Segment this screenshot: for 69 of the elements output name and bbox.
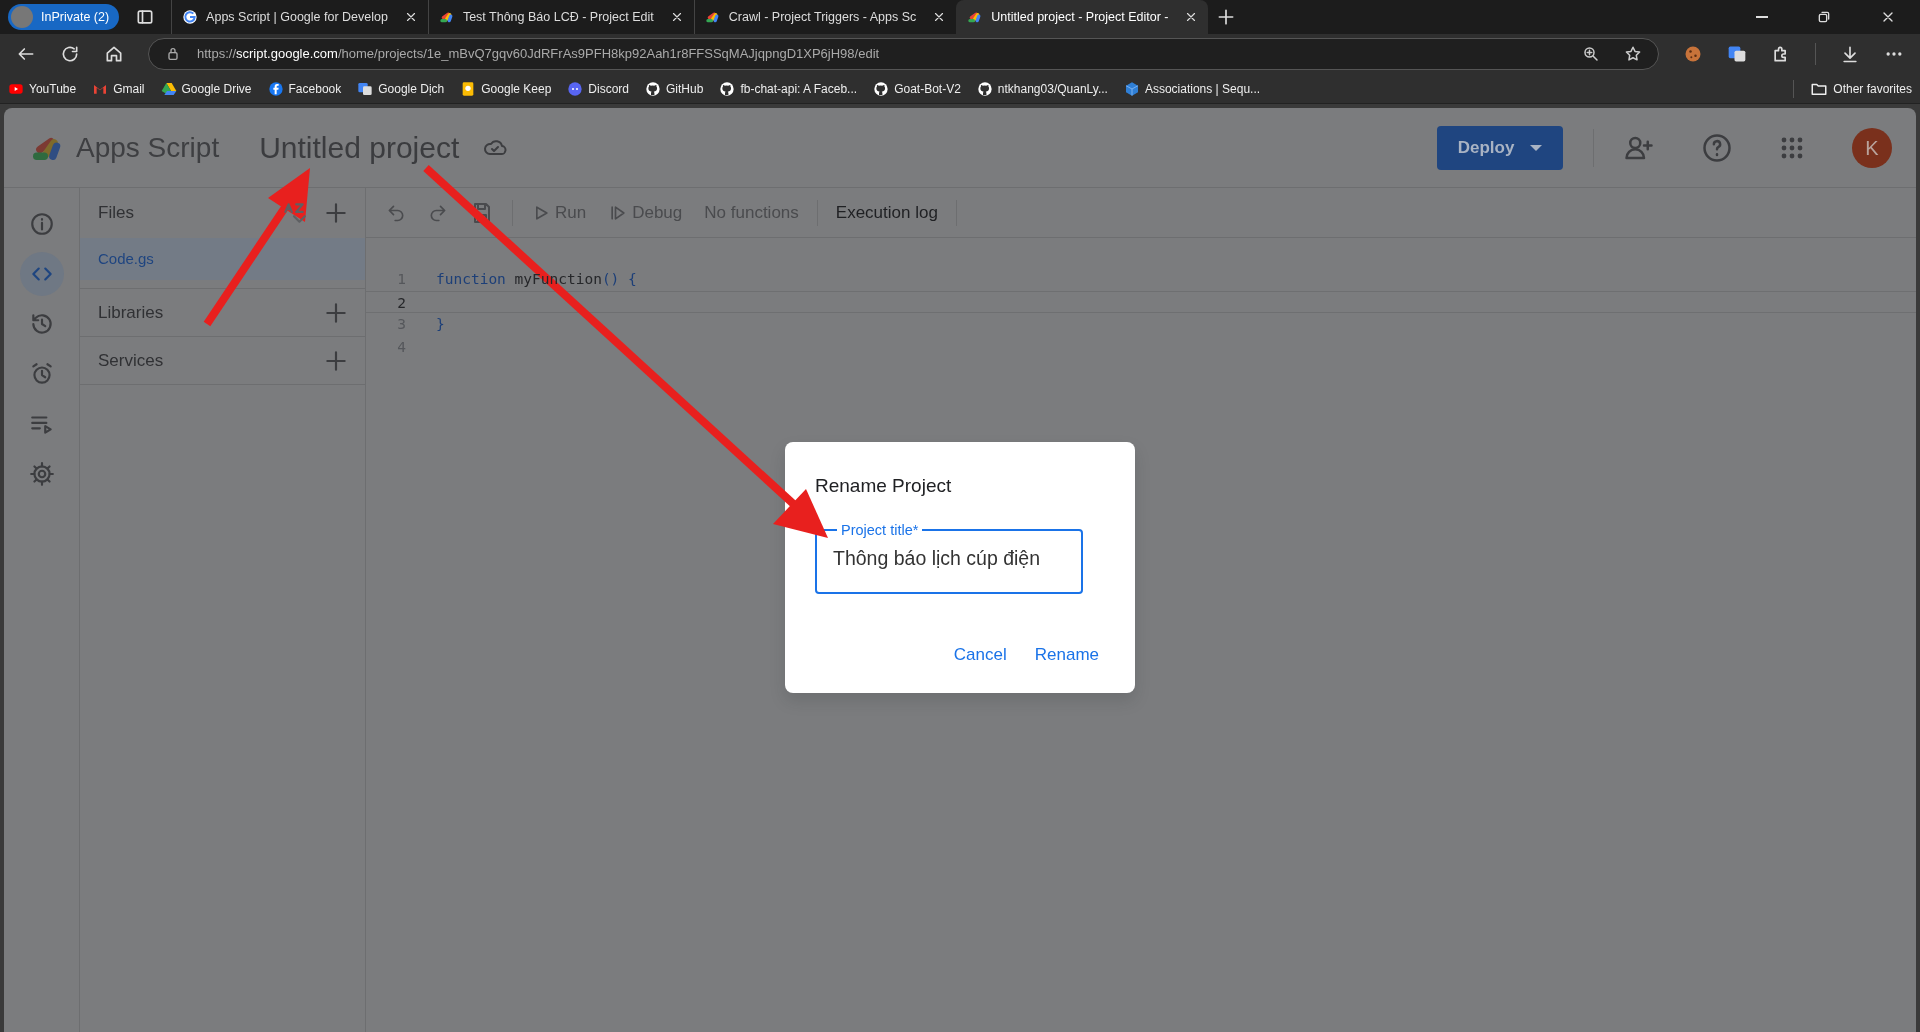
bookmark[interactable]: Discord: [567, 79, 630, 98]
translate-icon: [357, 80, 374, 97]
reload-button[interactable]: [60, 44, 80, 64]
github-icon: [645, 80, 662, 97]
undo-icon: [386, 202, 406, 223]
home-button[interactable]: [104, 44, 124, 64]
cancel-button[interactable]: Cancel: [947, 635, 1013, 673]
cube-icon: [1123, 80, 1140, 97]
github-icon: [976, 80, 993, 97]
bookmark[interactable]: fb-chat-api: A Faceb...: [719, 79, 858, 98]
bookmark[interactable]: Gmail: [92, 79, 145, 98]
bookmark[interactable]: YouTube: [8, 79, 77, 98]
github-icon: [873, 80, 890, 97]
restore-icon: [1816, 9, 1832, 25]
project-title-field[interactable]: Project title* Thông báo lịch cúp điện: [815, 522, 1083, 594]
nav-button[interactable]: [19, 252, 64, 296]
facebook-icon: [267, 80, 284, 97]
browser-tab[interactable]: Untitled project - Project Editor -: [956, 0, 1209, 34]
line-number: 2: [396, 293, 407, 312]
tab-title: Test Thông Báo LCĐ - Project Edit: [462, 8, 654, 26]
bookmark[interactable]: Facebook: [267, 79, 342, 98]
other-favorites-folder[interactable]: Other favorites: [1793, 79, 1912, 98]
bookmark[interactable]: Google Dịch: [357, 79, 445, 98]
zoom-icon[interactable]: [1582, 45, 1600, 63]
tab-actions-icon: [135, 7, 156, 27]
apps-grid-icon[interactable]: [1780, 135, 1804, 160]
cookie-icon[interactable]: [1683, 44, 1703, 64]
execution-log-button[interactable]: Execution log: [827, 195, 946, 230]
tab-title: Untitled project - Project Editor -: [991, 8, 1169, 26]
apps-script-logo-icon: [704, 9, 721, 25]
dialog-title: Rename Project: [815, 474, 953, 498]
translate-icon[interactable]: [1727, 44, 1747, 64]
profile-button[interactable]: InPrivate (2): [8, 4, 120, 30]
account-avatar[interactable]: K: [1852, 127, 1892, 168]
lock-icon: [165, 46, 181, 62]
bookmark[interactable]: ntkhang03/QuanLy...: [976, 79, 1108, 98]
bookmark[interactable]: Associations | Sequ...: [1123, 79, 1261, 98]
panel-title: Files: [98, 202, 134, 225]
rename-button[interactable]: Rename: [1028, 635, 1105, 673]
deploy-button[interactable]: Deploy: [1437, 125, 1563, 170]
address-bar[interactable]: https://script.google.com/home/projects/1e_mBvQ7gqv60JdRFrAs9PFH8kp92Aah1r8FFSSqMAJjqpngD1XP6jH98/edit: [148, 38, 1659, 70]
discord-icon: [567, 80, 584, 97]
product-name: Apps Script: [76, 130, 220, 165]
code-line: }: [436, 315, 445, 334]
section-title: Libraries: [98, 301, 164, 324]
caret-icon: [1530, 144, 1543, 151]
bookmark[interactable]: Goat-Bot-V2: [873, 79, 961, 98]
info-icon: [28, 211, 55, 237]
home-icon: [104, 44, 124, 64]
tab-actions-button[interactable]: [135, 7, 156, 27]
reload-icon: [60, 44, 80, 64]
triangle-icon: [160, 80, 177, 97]
bookmark[interactable]: Google Keep: [460, 79, 552, 98]
google-icon: [182, 9, 199, 25]
url-text: https://script.google.com/home/projects/1e_mBvQ7gqv60JdRFrAs9PFH8kp92Aah1r8FFSSqMAJjqpngD1XP6jH98/edit: [197, 45, 880, 64]
text-input[interactable]: Thông báo lịch cúp điện: [833, 544, 1065, 574]
github-icon: [719, 80, 736, 97]
tab-title: Apps Script | Google for Develop: [206, 8, 388, 26]
restore-button[interactable]: [1816, 9, 1832, 25]
tab-title: Crawl - Project Triggers - Apps Sc: [728, 8, 917, 26]
download-icon[interactable]: [1840, 44, 1860, 64]
bookmark[interactable]: GitHub: [645, 79, 704, 98]
star-icon[interactable]: [1624, 45, 1642, 63]
section-title: Services: [98, 349, 164, 372]
redo-icon: [428, 202, 448, 223]
bookmark[interactable]: Google Drive: [160, 79, 252, 98]
help-icon[interactable]: [1702, 132, 1732, 163]
apps-script-logo-icon: [438, 9, 455, 25]
settings-icon: [28, 461, 55, 487]
